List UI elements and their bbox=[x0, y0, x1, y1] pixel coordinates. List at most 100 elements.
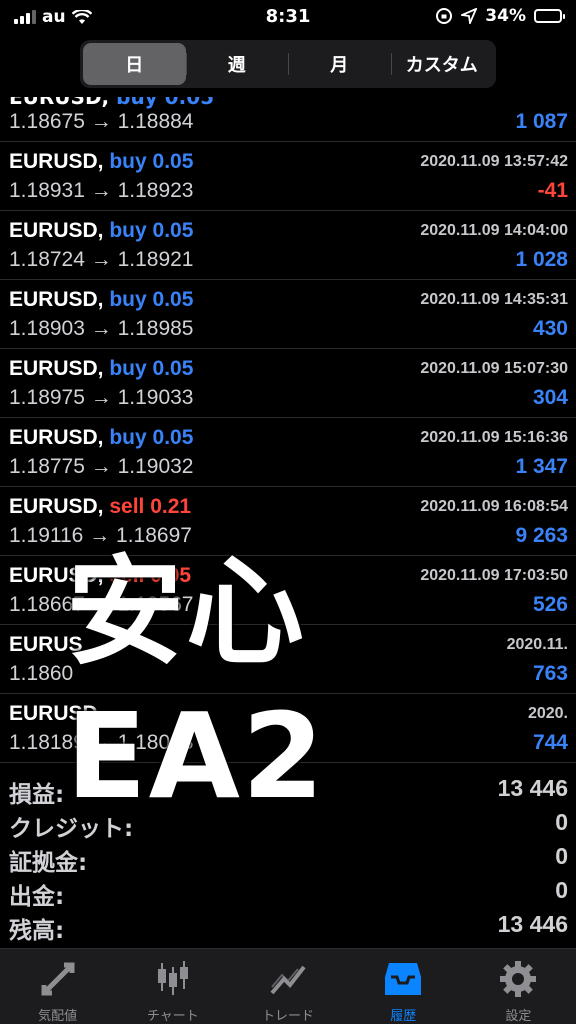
battery-icon bbox=[534, 9, 565, 23]
trade-symbol: EURUSD, bbox=[9, 564, 104, 587]
trade-profit: 304 bbox=[532, 386, 568, 409]
trade-symbol: EURUSD, bbox=[9, 426, 104, 449]
tab-label: トレード bbox=[262, 1009, 315, 1024]
trade-profit: 763 bbox=[532, 662, 568, 685]
trade-date: 2020.11.09 16:08:54 bbox=[420, 498, 568, 515]
trade-prices: 1.18189 → 1.18048 bbox=[9, 731, 194, 754]
summary-label: 損益: bbox=[9, 782, 65, 808]
trade-symbol: EURUSD, bbox=[9, 495, 104, 518]
list-item[interactable]: EURUSD, buy 0.05 2020.11.09 15:16:36 1.187… bbox=[0, 418, 576, 487]
tab-month[interactable]: 月 bbox=[288, 43, 391, 85]
list-item[interactable]: EURUSD, buy 0.05 1.18675 → 1.18884 1 087 bbox=[0, 97, 576, 142]
tab-settings[interactable]: 設定 bbox=[461, 949, 576, 1024]
account-summary: 損益: 13 446 クレジット: 0 証拠金: 0 出金: 0 残高: 13 … bbox=[0, 772, 576, 944]
location-icon bbox=[461, 8, 478, 24]
summary-balance: 残高: 13 446 bbox=[0, 908, 576, 944]
trade-date: 2020. bbox=[527, 705, 568, 722]
summary-value: 13 446 bbox=[497, 911, 568, 937]
list-item[interactable]: EURUSD, sell 0.21 2020.11.09 16:08:54 1.19… bbox=[0, 487, 576, 556]
trade-prices: 1.18667 → 1.18567 bbox=[9, 593, 194, 616]
trade-header: EURUSD, buy 0.05 bbox=[9, 150, 193, 174]
tab-history[interactable]: 履歴 bbox=[346, 949, 461, 1024]
trade-profit: 1 347 bbox=[515, 455, 568, 478]
chart-icon bbox=[157, 961, 188, 995]
list-item[interactable]: EURUSD, buy 0.05 2020.11.09 15:07:30 1.189… bbox=[0, 349, 576, 418]
trade-symbol: EURUS bbox=[9, 633, 83, 656]
trade-profit: -41 bbox=[537, 179, 568, 202]
summary-value: 13 446 bbox=[497, 775, 568, 801]
trade-date: 2020.11.09 14:04:00 bbox=[420, 222, 568, 239]
trade-date: 2020.11.09 14:35:31 bbox=[420, 291, 568, 308]
tab-label: チャート bbox=[146, 1009, 199, 1024]
trade-side: buy 0.05 bbox=[109, 357, 194, 380]
trade-prices: 1.19116 → 1.18697 bbox=[9, 524, 192, 547]
list-item[interactable]: EURUS 2020.11. 1.1860 763 bbox=[0, 625, 576, 694]
trade-side: buy 0.05 bbox=[109, 150, 194, 173]
trade-date: 2020.11.09 17:03:50 bbox=[420, 567, 568, 584]
rotation-lock-icon bbox=[436, 8, 453, 24]
summary-label: 証拠金: bbox=[9, 850, 88, 876]
trade-header: EURUSD, buy 0.05 bbox=[9, 97, 214, 109]
summary-credit: クレジット: 0 bbox=[0, 806, 576, 842]
trade-side: buy 0.05 bbox=[116, 97, 215, 109]
list-item[interactable]: EURUSD, sell 0.05 2020.11.09 17:03:50 1.18… bbox=[0, 556, 576, 625]
tab-day[interactable]: 日 bbox=[83, 43, 186, 85]
trade-header: EURUSD, sell 0.05 bbox=[9, 564, 191, 588]
trade-header: EURUS bbox=[9, 633, 83, 657]
tab-custom[interactable]: カスタム bbox=[390, 43, 494, 85]
tab-label: 気配値 bbox=[38, 1009, 78, 1024]
trade-side: buy 0.05 bbox=[109, 219, 194, 242]
trade-prices: 1.18975 → 1.19033 bbox=[9, 386, 194, 409]
trade-profit: 1 028 bbox=[515, 248, 568, 271]
trade-profit: 744 bbox=[532, 731, 568, 754]
trade-prices: 1.18775 → 1.19032 bbox=[9, 455, 194, 478]
trade-symbol: EURUSD, bbox=[9, 97, 110, 109]
tab-quotes[interactable]: 気配値 bbox=[0, 949, 115, 1024]
trade-symbol: EURUSD, bbox=[9, 150, 104, 173]
list-item[interactable]: EURUSD, buy 0.05 2020.11.09 14:04:00 1.187… bbox=[0, 211, 576, 280]
trade-symbol: EURUSD, bbox=[9, 288, 104, 311]
summary-profit: 損益: 13 446 bbox=[0, 772, 576, 808]
tab-chart[interactable]: チャート bbox=[115, 949, 230, 1024]
trade-icon bbox=[270, 965, 306, 995]
trade-header: EURUSD, sell 0.21 bbox=[9, 495, 191, 519]
summary-label: クレジット: bbox=[9, 816, 134, 842]
summary-value: 0 bbox=[555, 809, 568, 835]
status-bar: au 8:31 34% bbox=[0, 0, 576, 34]
trade-profit: 9 263 bbox=[515, 524, 568, 547]
summary-value: 0 bbox=[555, 877, 568, 903]
trade-prices: 1.18931 → 1.18923 bbox=[9, 179, 194, 202]
tab-week[interactable]: 週 bbox=[185, 43, 289, 85]
trade-prices: 1.18724 → 1.18921 bbox=[9, 248, 194, 271]
period-selector: 日 週 月 カスタム bbox=[80, 40, 496, 88]
trade-profit: 526 bbox=[532, 593, 568, 616]
status-right: 34% bbox=[435, 6, 565, 26]
list-item[interactable]: EURUSD, buy 0.05 2020.11.09 14:35:31 1.189… bbox=[0, 280, 576, 349]
trade-symbol: EURUSD, bbox=[9, 219, 104, 242]
battery-percent: 34% bbox=[485, 6, 526, 26]
trade-prices: 1.1860 bbox=[9, 662, 74, 685]
trade-date: 2020.11. bbox=[506, 636, 568, 653]
bottom-tab-bar: 気配値 チャート トレード 履歴 設定 bbox=[0, 948, 576, 1024]
trade-side: sell 0.05 bbox=[109, 564, 192, 587]
tab-trade[interactable]: トレード bbox=[230, 949, 345, 1024]
trade-prices: 1.18675 → 1.18884 bbox=[9, 110, 194, 133]
summary-deposit: 証拠金: 0 bbox=[0, 840, 576, 876]
quotes-icon bbox=[41, 962, 75, 996]
trade-date: 2020.11.09 15:16:36 bbox=[420, 429, 568, 446]
summary-value: 0 bbox=[555, 843, 568, 869]
list-item[interactable]: EURUSD 2020. 1.18189 → 1.18048 744 bbox=[0, 694, 576, 763]
trade-symbol: EURUSD, bbox=[9, 357, 104, 380]
summary-label: 出金: bbox=[9, 884, 65, 910]
summary-label: 残高: bbox=[9, 918, 65, 944]
trade-prices: 1.18903 → 1.18985 bbox=[9, 317, 194, 340]
trade-history-list: EURUSD, buy 0.05 1.18675 → 1.18884 1 087… bbox=[0, 97, 576, 763]
trade-profit: 430 bbox=[532, 317, 568, 340]
trade-date: 2020.11.09 15:07:30 bbox=[420, 360, 568, 377]
trade-header: EURUSD, buy 0.05 bbox=[9, 219, 193, 243]
trade-header: EURUSD, buy 0.05 bbox=[9, 426, 193, 450]
trade-header: EURUSD bbox=[9, 702, 98, 726]
trade-side: sell 0.21 bbox=[109, 495, 192, 518]
trade-header: EURUSD, buy 0.05 bbox=[9, 288, 193, 312]
list-item[interactable]: EURUSD, buy 0.05 2020.11.09 13:57:42 1.189… bbox=[0, 142, 576, 211]
